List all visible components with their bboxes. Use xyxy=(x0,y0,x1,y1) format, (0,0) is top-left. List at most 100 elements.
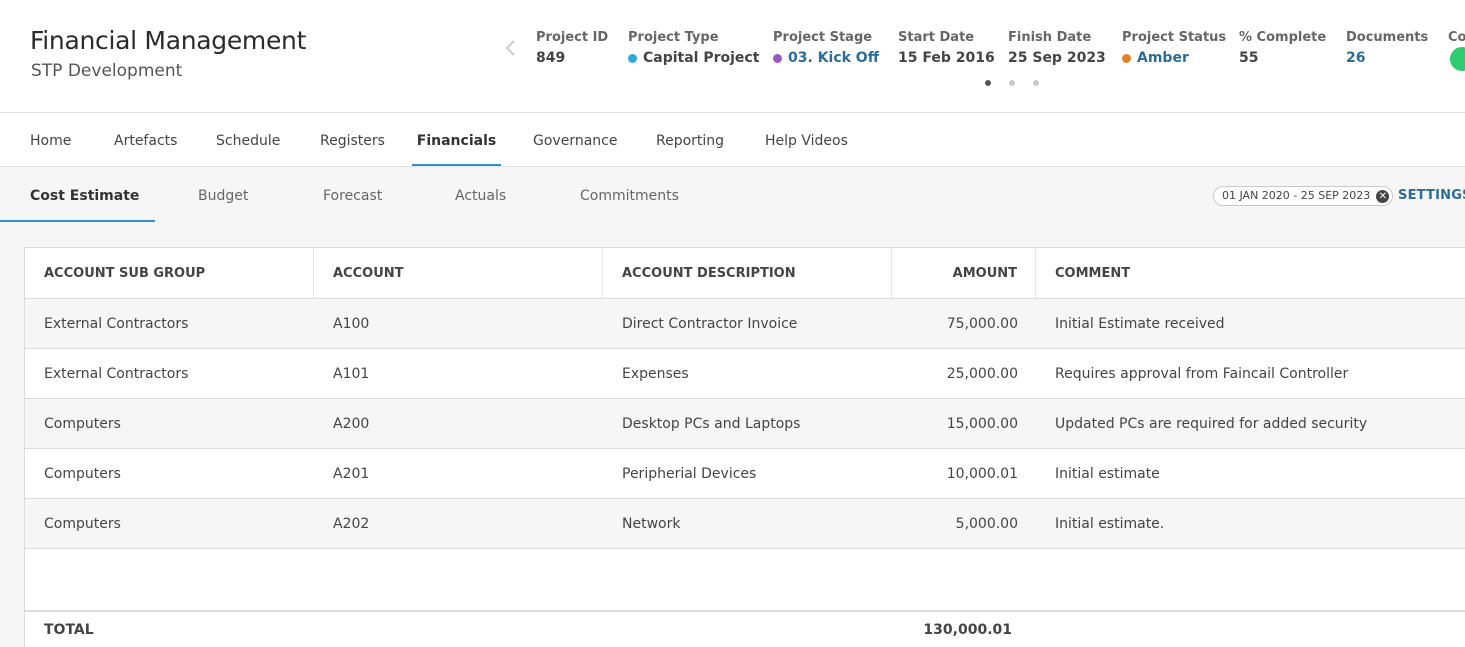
table-total-row: TOTAL 130,000.01 xyxy=(25,610,1465,647)
cell-comment: Initial Estimate received xyxy=(1055,316,1225,332)
tab-commitments[interactable]: Commitments xyxy=(580,167,679,222)
table-row[interactable]: Computers A200 Desktop PCs and Laptops 1… xyxy=(25,399,1465,449)
cell-comment: Updated PCs are required for added secur… xyxy=(1055,416,1368,432)
tab-forecast[interactable]: Forecast xyxy=(323,167,382,222)
meta-value: Capital Project xyxy=(628,47,759,69)
tab-artefacts[interactable]: Artefacts xyxy=(114,113,177,166)
status-dot-icon xyxy=(628,53,637,63)
tab-reporting[interactable]: Reporting xyxy=(656,113,724,166)
meta-value: 15 Feb 2016 xyxy=(898,47,995,69)
cell-account: A101 xyxy=(333,366,370,382)
cell-account-description: Desktop PCs and Laptops xyxy=(622,416,801,432)
carousel-pagination xyxy=(985,80,1039,86)
meta-project-status: Project Status Amber xyxy=(1122,30,1226,69)
cell-amount: 25,000.00 xyxy=(946,366,1018,382)
cell-account: A202 xyxy=(333,516,370,532)
meta-value: 849 xyxy=(536,47,608,69)
column-header-account[interactable]: ACCOUNT xyxy=(314,248,603,299)
page-title: Financial Management xyxy=(30,26,307,55)
tab-financials[interactable]: Financials xyxy=(412,113,501,166)
status-dot-icon xyxy=(773,53,782,63)
meta-label: % Complete xyxy=(1239,30,1327,45)
meta-documents: Documents 26 xyxy=(1346,30,1428,69)
project-name: STP Development xyxy=(31,61,183,81)
meta-value: 25 Sep 2023 xyxy=(1008,47,1106,69)
table-row[interactable]: External Contractors A101 Expenses 25,00… xyxy=(25,349,1465,399)
tab-home[interactable]: Home xyxy=(30,113,71,166)
column-header-comment[interactable]: COMMENT xyxy=(1036,248,1465,299)
meta-truncated: Co xyxy=(1448,30,1465,47)
meta-finish-date: Finish Date 25 Sep 2023 xyxy=(1008,30,1106,69)
table-row[interactable]: External Contractors A100 Direct Contrac… xyxy=(25,299,1465,349)
cell-comment: Initial estimate xyxy=(1055,466,1160,482)
start-date-value: 15 Feb 2016 xyxy=(898,50,995,66)
meta-value[interactable]: 03. Kick Off xyxy=(773,47,879,69)
cell-account-description: Network xyxy=(622,516,681,532)
project-stage-value[interactable]: 03. Kick Off xyxy=(788,50,879,66)
cell-account-sub-group: External Contractors xyxy=(44,366,189,382)
column-header-amount[interactable]: AMOUNT xyxy=(892,248,1036,299)
close-icon[interactable]: ✕ xyxy=(1376,190,1390,203)
carousel-dot[interactable] xyxy=(1009,80,1015,86)
tab-governance[interactable]: Governance xyxy=(533,113,617,166)
cell-account-description: Peripherial Devices xyxy=(622,466,757,482)
project-type-value: Capital Project xyxy=(643,50,760,66)
status-dot-icon xyxy=(1122,53,1131,63)
meta-project-stage: Project Stage 03. Kick Off xyxy=(773,30,879,69)
cell-account-sub-group: Computers xyxy=(44,416,121,432)
meta-label: Project Type xyxy=(628,30,719,45)
project-status-value[interactable]: Amber xyxy=(1137,50,1189,66)
documents-count[interactable]: 26 xyxy=(1346,50,1365,66)
cell-account: A100 xyxy=(333,316,370,332)
settings-button[interactable]: SETTINGS xyxy=(1398,188,1465,203)
meta-label: Finish Date xyxy=(1008,30,1092,45)
table-row[interactable]: Computers A202 Network 5,000.00 Initial … xyxy=(25,499,1465,549)
meta-label: Project Stage xyxy=(773,30,873,45)
tab-budget[interactable]: Budget xyxy=(198,167,248,222)
cell-account-description: Direct Contractor Invoice xyxy=(622,316,798,332)
meta-label: Project Status xyxy=(1122,30,1227,45)
meta-project-id: Project ID 849 xyxy=(536,30,608,69)
carousel-dot[interactable] xyxy=(985,80,991,86)
cell-amount: 15,000.00 xyxy=(946,416,1018,432)
tab-actuals[interactable]: Actuals xyxy=(455,167,506,222)
meta-label: Co xyxy=(1448,30,1465,45)
cell-comment: Initial estimate. xyxy=(1055,516,1165,532)
cell-account-sub-group: External Contractors xyxy=(44,316,189,332)
percent-complete-value: 55 xyxy=(1239,50,1259,66)
carousel-dot[interactable] xyxy=(1033,80,1039,86)
tab-help-videos[interactable]: Help Videos xyxy=(765,113,848,166)
date-range-filter[interactable]: 01 JAN 2020 - 25 SEP 2023 ✕ xyxy=(1213,186,1394,206)
status-badge xyxy=(1450,47,1465,71)
finish-date-value: 25 Sep 2023 xyxy=(1008,50,1106,66)
cell-amount: 10,000.01 xyxy=(946,466,1018,482)
tab-schedule[interactable]: Schedule xyxy=(216,113,280,166)
meta-label: Start Date xyxy=(898,30,975,45)
table-row[interactable]: Computers A201 Peripherial Devices 10,00… xyxy=(25,449,1465,499)
column-header-account-sub-group[interactable]: ACCOUNT SUB GROUP xyxy=(25,248,314,299)
meta-label: Documents xyxy=(1346,30,1429,45)
chevron-left-icon[interactable] xyxy=(504,36,518,60)
meta-value[interactable]: 26 xyxy=(1346,47,1428,69)
meta-start-date: Start Date 15 Feb 2016 xyxy=(898,30,995,69)
cell-amount: 5,000.00 xyxy=(955,516,1018,532)
cell-account-sub-group: Computers xyxy=(44,466,121,482)
tab-cost-estimate[interactable]: Cost Estimate xyxy=(0,167,155,222)
cell-account: A201 xyxy=(333,466,370,482)
cell-comment: Requires approval from Faincail Controll… xyxy=(1055,366,1349,382)
meta-value[interactable]: Amber xyxy=(1122,47,1226,69)
tab-registers[interactable]: Registers xyxy=(320,113,385,166)
cell-amount: 75,000.00 xyxy=(946,316,1018,332)
cell-account-sub-group: Computers xyxy=(44,516,121,532)
meta-project-type: Project Type Capital Project xyxy=(628,30,759,69)
main-navigation: Home Artefacts Schedule Registers Financ… xyxy=(0,113,1465,167)
project-header: Financial Management STP Development Pro… xyxy=(0,0,1465,113)
date-range-label: 01 JAN 2020 - 25 SEP 2023 xyxy=(1222,189,1371,202)
table-header: ACCOUNT SUB GROUP ACCOUNT ACCOUNT DESCRI… xyxy=(25,248,1465,299)
project-id-value: 849 xyxy=(536,50,566,66)
meta-value: 55 xyxy=(1239,47,1326,69)
meta-label: Project ID xyxy=(536,30,609,45)
meta-percent-complete: % Complete 55 xyxy=(1239,30,1326,69)
total-label: TOTAL xyxy=(44,622,94,638)
column-header-account-description[interactable]: ACCOUNT DESCRIPTION xyxy=(603,248,892,299)
